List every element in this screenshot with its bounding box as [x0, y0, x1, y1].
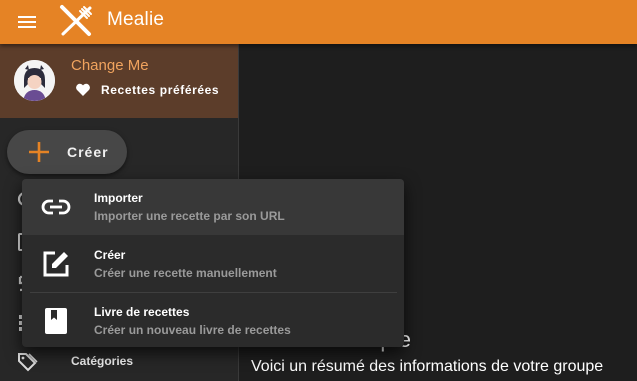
menu-item-description: Créer un nouveau livre de recettes: [94, 323, 291, 337]
page-subtitle: Voici un résumé des informations de votr…: [251, 358, 604, 375]
plus-icon: [29, 142, 49, 162]
heart-icon: [76, 83, 90, 96]
favorites-link[interactable]: Recettes préférées: [75, 83, 219, 97]
menu-item-description: Importer une recette par son URL: [94, 209, 285, 223]
menu-item-title: Livre de recettes: [94, 305, 190, 319]
edit-icon: [43, 251, 69, 277]
menu-item-create[interactable]: Créer Créer une recette manuellement: [22, 236, 404, 292]
menu-item-title: Importer: [94, 191, 143, 205]
menu-item-cookbook[interactable]: Livre de recettes Créer un nouveau livre…: [22, 293, 404, 349]
user-name[interactable]: Change Me: [71, 57, 149, 74]
create-button-label: Créer: [67, 144, 109, 160]
create-menu: Importer Importer une recette par son UR…: [22, 179, 404, 347]
user-profile-panel: Change Me Recettes préférées: [0, 44, 238, 118]
app-bar: Mealie: [0, 0, 637, 44]
link-icon: [41, 199, 71, 215]
app-title[interactable]: Mealie: [107, 9, 164, 31]
fork-knife-logo-icon[interactable]: [58, 4, 94, 38]
favorites-label: Recettes préférées: [101, 83, 220, 97]
hamburger-menu-icon[interactable]: [14, 10, 40, 34]
create-button[interactable]: Créer: [7, 130, 127, 174]
menu-item-import[interactable]: Importer Importer une recette par son UR…: [22, 179, 404, 235]
user-avatar[interactable]: [14, 60, 55, 101]
tags-icon[interactable]: [16, 351, 38, 373]
book-icon: [45, 308, 67, 334]
menu-item-title: Créer: [94, 248, 126, 262]
sidebar-item-categories[interactable]: Catégories: [71, 354, 133, 368]
menu-item-description: Créer une recette manuellement: [94, 266, 277, 280]
